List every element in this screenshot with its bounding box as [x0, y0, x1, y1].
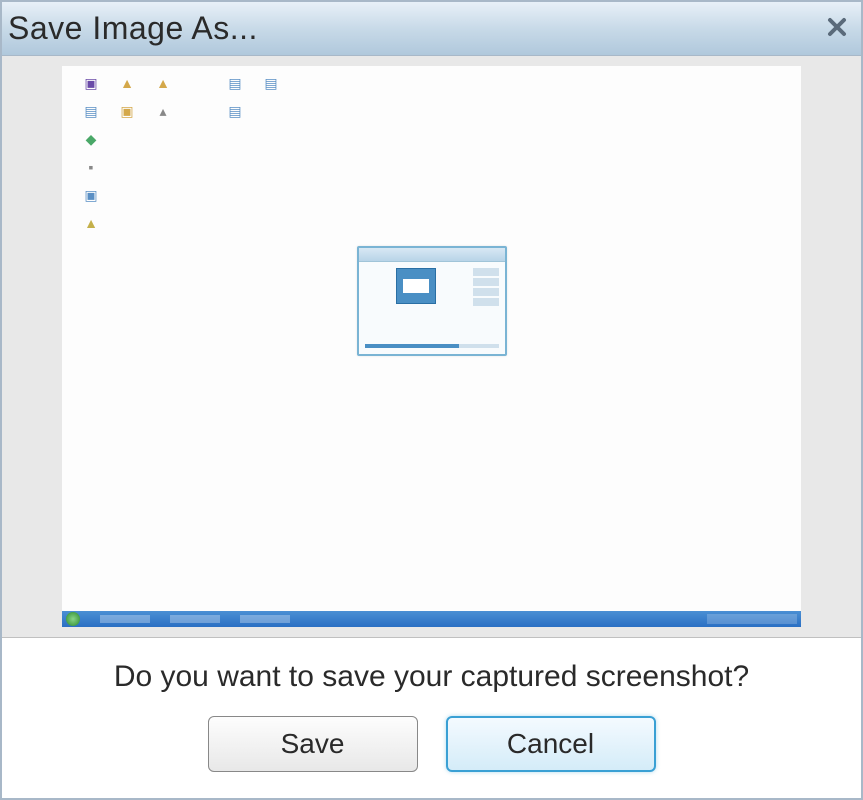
- desktop-icon: ▤: [224, 72, 246, 94]
- cancel-button[interactable]: Cancel: [446, 716, 656, 772]
- desktop-icon: ▲: [152, 72, 174, 94]
- button-row: Save Cancel: [208, 716, 656, 772]
- dialog-title: Save Image As...: [8, 10, 258, 47]
- desktop-icon: ▣: [116, 100, 138, 122]
- titlebar: Save Image As...: [2, 2, 861, 56]
- system-tray: [707, 614, 797, 624]
- desktop-icon: [188, 72, 210, 94]
- save-image-dialog: Save Image As... ▣ ▲ ▲ ▤ ▤: [0, 0, 863, 800]
- desktop-icon: ▤: [80, 100, 102, 122]
- desktop-preview: ▣ ▲ ▲ ▤ ▤ ▤ ▣ ▴ ▤ ◆: [62, 66, 801, 627]
- close-icon: [826, 13, 848, 45]
- task-entry: [170, 615, 220, 623]
- prompt-panel: Do you want to save your captured screen…: [2, 637, 861, 798]
- desktop-icon-grid: ▣ ▲ ▲ ▤ ▤ ▤ ▣ ▴ ▤ ◆: [80, 72, 282, 234]
- desktop-icon: ▲: [116, 72, 138, 94]
- preview-area: ▣ ▲ ▲ ▤ ▤ ▤ ▣ ▴ ▤ ◆: [2, 56, 861, 637]
- desktop-icon: ▤: [224, 100, 246, 122]
- task-entry: [240, 615, 290, 623]
- desktop-icon: ▲: [80, 212, 102, 234]
- close-button[interactable]: [821, 13, 853, 45]
- desktop-icon: [188, 100, 210, 122]
- prompt-text: Do you want to save your captured screen…: [114, 660, 749, 694]
- nested-titlebar: [359, 248, 505, 262]
- screenshot-preview: ▣ ▲ ▲ ▤ ▤ ▤ ▣ ▴ ▤ ◆: [62, 66, 801, 627]
- desktop-icon: ▪: [80, 156, 102, 178]
- desktop-icon: ▤: [260, 72, 282, 94]
- nested-thumbnail-icon: [396, 268, 436, 304]
- nested-window-thumbnail: [357, 246, 507, 356]
- desktop-icon: ▣: [80, 72, 102, 94]
- desktop-icon: ▣: [80, 184, 102, 206]
- desktop-icon: ◆: [80, 128, 102, 150]
- desktop-icon: ▴: [152, 100, 174, 122]
- save-button[interactable]: Save: [208, 716, 418, 772]
- start-button-icon: [66, 612, 80, 626]
- taskbar-preview: [62, 611, 801, 627]
- task-entry: [100, 615, 150, 623]
